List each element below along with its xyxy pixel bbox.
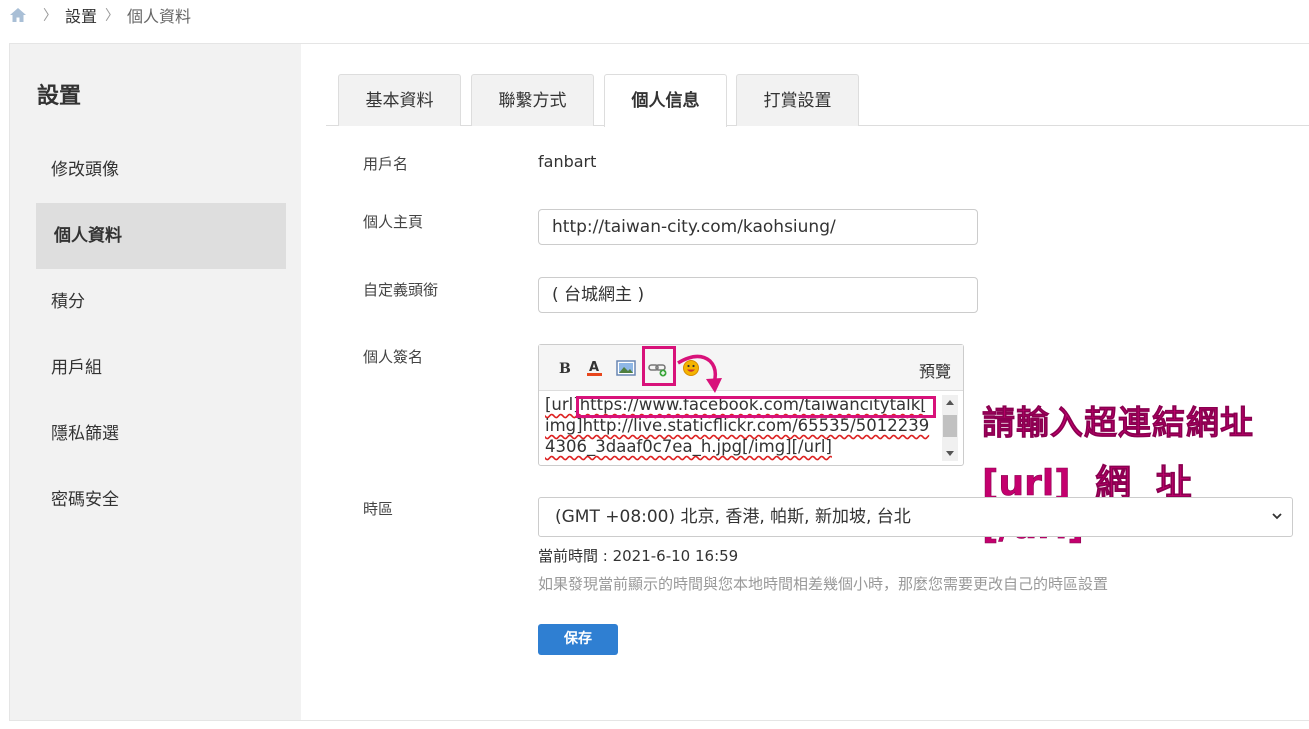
preview-button[interactable]: 預覽 bbox=[919, 358, 951, 382]
tab-contact[interactable]: 聯繫方式 bbox=[471, 74, 594, 126]
tab-basic-info[interactable]: 基本資料 bbox=[338, 74, 461, 126]
signature-label: 個人簽名 bbox=[363, 348, 424, 366]
scroll-up-icon[interactable] bbox=[946, 400, 954, 405]
current-time: 當前時間 : 2021-6-10 16:59 bbox=[538, 547, 739, 565]
scroll-thumb[interactable] bbox=[943, 415, 957, 437]
breadcrumb-separator-icon: 〉 bbox=[43, 8, 57, 24]
breadcrumb-item-profile: 個人資料 bbox=[127, 7, 192, 26]
timezone-select[interactable]: (GMT +08:00) 北京, 香港, 帕斯, 新加坡, 台北 bbox=[538, 497, 1293, 537]
sidebar-item-password[interactable]: 密碼安全 bbox=[36, 467, 286, 533]
username-value: fanbart bbox=[538, 152, 597, 171]
editor-scrollbar[interactable] bbox=[942, 395, 958, 461]
timezone-label: 時區 bbox=[363, 500, 394, 518]
timezone-selected: (GMT +08:00) 北京, 香港, 帕斯, 新加坡, 台北 bbox=[555, 507, 911, 527]
profile-tabs: 基本資料 聯繫方式 個人信息 打賞設置 bbox=[326, 74, 1309, 127]
annotation-heading: 請輸入超連結網址 bbox=[982, 403, 1254, 443]
sidebar-title: 設置 bbox=[37, 84, 82, 109]
font-color-icon[interactable]: A bbox=[585, 359, 605, 377]
sidebar-item-points[interactable]: 積分 bbox=[36, 269, 286, 335]
svg-text:A: A bbox=[589, 360, 599, 375]
tab-tipping[interactable]: 打賞設置 bbox=[736, 74, 859, 126]
breadcrumb-item-settings[interactable]: 設置 bbox=[65, 3, 97, 27]
chevron-down-icon bbox=[1272, 513, 1282, 520]
signature-line: img]http://live.staticflickr.com/65535/5… bbox=[545, 416, 930, 435]
scroll-down-icon[interactable] bbox=[946, 451, 954, 456]
sidebar-item-profile[interactable]: 個人資料 bbox=[36, 203, 286, 269]
sidebar-item-avatar[interactable]: 修改頭像 bbox=[36, 137, 286, 203]
sidebar-item-privacy[interactable]: 隱私篩選 bbox=[36, 401, 286, 467]
home-icon[interactable] bbox=[9, 7, 27, 23]
sidebar-item-usergroup[interactable]: 用戶組 bbox=[36, 335, 286, 401]
url-highlight bbox=[576, 396, 936, 418]
bold-icon[interactable]: B bbox=[556, 359, 576, 377]
svg-text:B: B bbox=[559, 361, 571, 377]
breadcrumb-separator-icon: 〉 bbox=[105, 8, 120, 24]
homepage-input[interactable]: http://taiwan-city.com/kaohsiung/ bbox=[538, 209, 978, 245]
timezone-hint: 如果發現當前顯示的時間與您本地時間相差幾個小時，那麼您需要更改自己的時區設置 bbox=[538, 575, 1109, 593]
settings-panel: 設置 修改頭像 個人資料 積分 用戶組 隱私篩選 密碼安全 基本資料 聯繫方式 … bbox=[9, 43, 1309, 721]
signature-line: 4306_3daaf0c7ea_h.jpg[/img][/url] bbox=[545, 437, 832, 456]
sidebar: 設置 修改頭像 個人資料 積分 用戶組 隱私篩選 密碼安全 bbox=[10, 44, 301, 720]
custom-title-label: 自定義頭銜 bbox=[363, 281, 439, 299]
custom-title-input[interactable]: ( 台城網主 ) bbox=[538, 277, 978, 313]
image-icon[interactable] bbox=[616, 359, 636, 377]
breadcrumb: 〉 設置 〉 個人資料 bbox=[9, 3, 191, 27]
save-button[interactable]: 保存 bbox=[538, 624, 618, 655]
editor-toolbar: B A 預覽 bbox=[539, 345, 963, 391]
homepage-label: 個人主頁 bbox=[363, 213, 424, 231]
annotation-arrow-icon bbox=[677, 354, 722, 393]
username-label: 用戶名 bbox=[363, 155, 409, 173]
tab-personal-info[interactable]: 個人信息 bbox=[604, 74, 727, 127]
